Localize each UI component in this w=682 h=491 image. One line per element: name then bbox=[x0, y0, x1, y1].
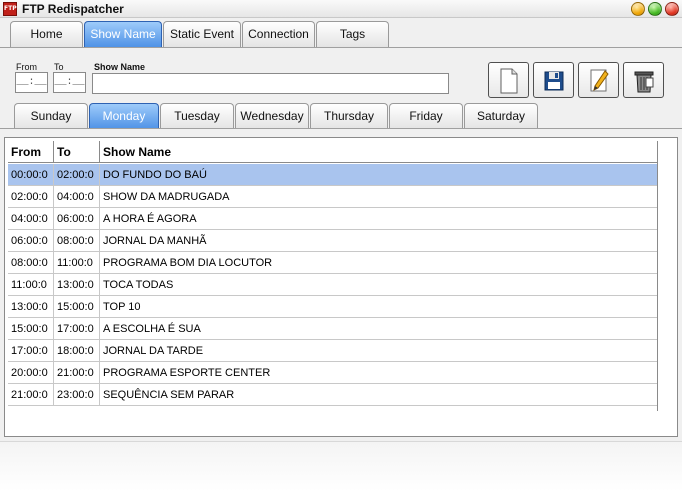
tab-sunday[interactable]: Sunday bbox=[14, 103, 88, 129]
cell-to: 02:00:0 bbox=[54, 164, 100, 186]
from-time-input[interactable]: __:__ bbox=[15, 72, 48, 93]
tab-static-event[interactable]: Static Event bbox=[163, 21, 241, 47]
tab-wednesday[interactable]: Wednesday bbox=[235, 103, 309, 129]
cell-to: 18:00:0 bbox=[54, 340, 100, 362]
cell-from: 08:00:0 bbox=[8, 252, 54, 274]
cell-to: 08:00:0 bbox=[54, 230, 100, 252]
close-button[interactable] bbox=[665, 2, 679, 16]
cell-from: 04:00:0 bbox=[8, 208, 54, 230]
cell-to: 21:00:0 bbox=[54, 362, 100, 384]
cell-show-name: PROGRAMA ESPORTE CENTER bbox=[100, 362, 658, 384]
cell-show-name: JORNAL DA MANHÃ bbox=[100, 230, 658, 252]
table-row[interactable]: 02:00:0 04:00:0 SHOW DA MADRUGADA bbox=[8, 186, 658, 208]
tab-home[interactable]: Home bbox=[10, 21, 83, 47]
cell-from: 20:00:0 bbox=[8, 362, 54, 384]
show-name-input[interactable] bbox=[92, 73, 449, 94]
cell-show-name: DO FUNDO DO BAÚ bbox=[100, 164, 658, 186]
schedule-grid: From To Show Name 00:00:0 02:00:0 DO FUNDO… bbox=[4, 137, 678, 437]
cell-to: 11:00:0 bbox=[54, 252, 100, 274]
app-window: FTP FTP Redispatcher Home Show Name Stat… bbox=[0, 0, 682, 491]
cell-show-name: JORNAL DA TARDE bbox=[100, 340, 658, 362]
table-row[interactable]: 15:00:0 17:00:0 A ESCOLHA É SUA bbox=[8, 318, 658, 340]
window-title: FTP Redispatcher bbox=[22, 2, 124, 16]
column-header-show-name[interactable]: Show Name bbox=[100, 141, 658, 163]
cell-from: 21:00:0 bbox=[8, 384, 54, 406]
cell-from: 06:00:0 bbox=[8, 230, 54, 252]
trash-bin-icon bbox=[634, 71, 654, 93]
cell-from: 17:00:0 bbox=[8, 340, 54, 362]
tab-divider bbox=[0, 47, 682, 48]
table-row[interactable]: 21:00:0 23:00:0 SEQUÊNCIA SEM PARAR bbox=[8, 384, 658, 406]
tab-monday[interactable]: Monday bbox=[89, 103, 159, 129]
cell-from: 15:00:0 bbox=[8, 318, 54, 340]
grid-header: From To Show Name bbox=[8, 141, 658, 163]
cell-show-name: A ESCOLHA É SUA bbox=[100, 318, 658, 340]
delete-button[interactable] bbox=[623, 62, 664, 98]
save-button[interactable] bbox=[533, 62, 574, 98]
day-tab-divider bbox=[0, 128, 682, 129]
cell-show-name: PROGRAMA BOM DIA LOCUTOR bbox=[100, 252, 658, 274]
edit-button[interactable] bbox=[578, 62, 619, 98]
column-header-from[interactable]: From bbox=[8, 141, 54, 163]
tab-tags[interactable]: Tags bbox=[316, 21, 389, 47]
status-area bbox=[0, 441, 682, 491]
cell-from: 00:00:0 bbox=[8, 164, 54, 186]
show-name-label: Show Name bbox=[94, 62, 146, 72]
title-bar[interactable]: FTP FTP Redispatcher bbox=[0, 0, 682, 18]
cell-to: 15:00:0 bbox=[54, 296, 100, 318]
cell-from: 11:00:0 bbox=[8, 274, 54, 296]
document-icon bbox=[500, 68, 518, 94]
cell-from: 02:00:0 bbox=[8, 186, 54, 208]
table-row[interactable]: 20:00:0 21:00:0 PROGRAMA ESPORTE CENTER bbox=[8, 362, 658, 384]
cell-show-name: SHOW DA MADRUGADA bbox=[100, 186, 658, 208]
table-row[interactable]: 11:00:0 13:00:0 TOCA TODAS bbox=[8, 274, 658, 296]
cell-show-name: SEQUÊNCIA SEM PARAR bbox=[100, 384, 658, 406]
table-row[interactable]: 17:00:0 18:00:0 JORNAL DA TARDE bbox=[8, 340, 658, 362]
pencil-edit-icon bbox=[590, 69, 609, 92]
to-label: To bbox=[54, 62, 64, 72]
new-button[interactable] bbox=[488, 62, 529, 98]
cell-to: 06:00:0 bbox=[54, 208, 100, 230]
to-time-input[interactable]: __:__ bbox=[53, 72, 86, 93]
table-row[interactable]: 00:00:0 02:00:0 DO FUNDO DO BAÚ bbox=[8, 164, 658, 186]
table-row[interactable]: 06:00:0 08:00:0 JORNAL DA MANHÃ bbox=[8, 230, 658, 252]
cell-show-name: TOCA TODAS bbox=[100, 274, 658, 296]
tab-friday[interactable]: Friday bbox=[389, 103, 463, 129]
cell-to: 17:00:0 bbox=[54, 318, 100, 340]
tab-saturday[interactable]: Saturday bbox=[464, 103, 538, 129]
column-header-to[interactable]: To bbox=[54, 141, 100, 163]
floppy-disk-icon bbox=[544, 71, 564, 91]
app-logo-icon: FTP bbox=[3, 2, 17, 16]
cell-show-name: A HORA É AGORA bbox=[100, 208, 658, 230]
table-row[interactable]: 13:00:0 15:00:0 TOP 10 bbox=[8, 296, 658, 318]
cell-to: 13:00:0 bbox=[54, 274, 100, 296]
table-row[interactable]: 04:00:0 06:00:0 A HORA É AGORA bbox=[8, 208, 658, 230]
maximize-button[interactable] bbox=[648, 2, 662, 16]
cell-to: 23:00:0 bbox=[54, 384, 100, 406]
tab-tuesday[interactable]: Tuesday bbox=[160, 103, 234, 129]
cell-show-name: TOP 10 bbox=[100, 296, 658, 318]
grid-right-border bbox=[657, 141, 658, 411]
tab-show-name[interactable]: Show Name bbox=[84, 21, 162, 47]
cell-to: 04:00:0 bbox=[54, 186, 100, 208]
tab-thursday[interactable]: Thursday bbox=[310, 103, 388, 129]
cell-from: 13:00:0 bbox=[8, 296, 54, 318]
table-row[interactable]: 08:00:0 11:00:0 PROGRAMA BOM DIA LOCUTOR bbox=[8, 252, 658, 274]
from-label: From bbox=[16, 62, 37, 72]
minimize-button[interactable] bbox=[631, 2, 645, 16]
tab-connection[interactable]: Connection bbox=[242, 21, 315, 47]
